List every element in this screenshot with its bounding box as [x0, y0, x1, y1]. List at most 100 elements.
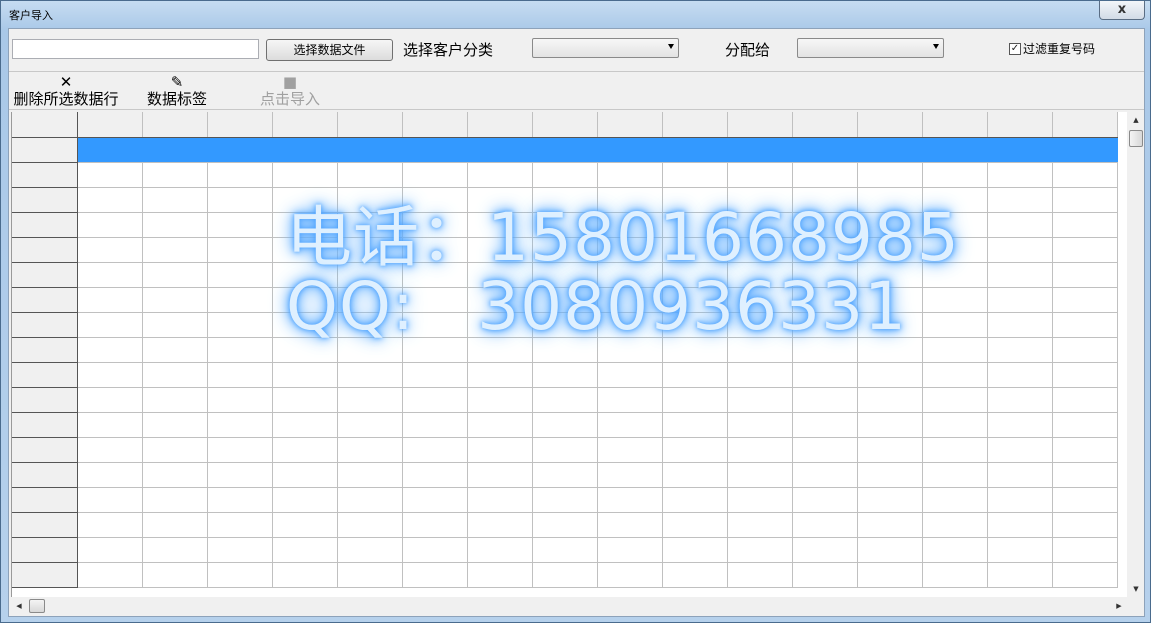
- category-select[interactable]: [532, 38, 679, 58]
- grid-cell[interactable]: [792, 412, 858, 438]
- grid-cell[interactable]: [77, 487, 143, 513]
- grid-cell[interactable]: [1052, 212, 1118, 238]
- grid-cell[interactable]: [272, 287, 338, 313]
- table-row[interactable]: [12, 287, 1118, 313]
- grid-cell[interactable]: [987, 437, 1053, 463]
- grid-cell[interactable]: [792, 537, 858, 563]
- grid-cell[interactable]: [922, 362, 988, 388]
- grid-cell[interactable]: [142, 437, 208, 463]
- grid-cell[interactable]: [792, 312, 858, 338]
- grid-cell[interactable]: [597, 312, 663, 338]
- grid-cell[interactable]: [857, 387, 923, 413]
- grid-cell[interactable]: [272, 362, 338, 388]
- grid-cell[interactable]: [597, 237, 663, 263]
- grid-cell[interactable]: [922, 262, 988, 288]
- grid-cell[interactable]: [467, 237, 533, 263]
- grid-cell[interactable]: [337, 212, 403, 238]
- grid-cell[interactable]: [337, 312, 403, 338]
- grid-cell[interactable]: [272, 512, 338, 538]
- table-row[interactable]: [12, 487, 1118, 513]
- grid-cell[interactable]: [207, 362, 273, 388]
- row-header[interactable]: [12, 162, 78, 188]
- grid-cell[interactable]: [77, 562, 143, 588]
- grid-cell[interactable]: [337, 262, 403, 288]
- grid-cell[interactable]: [467, 487, 533, 513]
- grid-cell[interactable]: [597, 337, 663, 363]
- grid-cell[interactable]: [532, 462, 598, 488]
- grid-cell[interactable]: [402, 262, 468, 288]
- grid-cell[interactable]: [922, 337, 988, 363]
- grid-cell[interactable]: [272, 237, 338, 263]
- grid-cell[interactable]: [662, 462, 728, 488]
- grid-cell[interactable]: [792, 287, 858, 313]
- table-row[interactable]: [12, 387, 1118, 413]
- grid-cell[interactable]: [597, 162, 663, 188]
- grid-cell[interactable]: [857, 562, 923, 588]
- grid-cell[interactable]: [1052, 537, 1118, 563]
- column-header[interactable]: [922, 112, 988, 138]
- grid-cell[interactable]: [207, 487, 273, 513]
- grid-cell[interactable]: [467, 437, 533, 463]
- grid-cell[interactable]: [142, 237, 208, 263]
- grid-cell[interactable]: [467, 387, 533, 413]
- grid-cell[interactable]: [337, 562, 403, 588]
- grid-cell[interactable]: [467, 462, 533, 488]
- grid-cell[interactable]: [597, 262, 663, 288]
- grid-cell[interactable]: [402, 437, 468, 463]
- grid-cell[interactable]: [402, 287, 468, 313]
- grid-cell[interactable]: [857, 187, 923, 213]
- grid-cell[interactable]: [922, 462, 988, 488]
- grid-cell[interactable]: [727, 562, 793, 588]
- column-header[interactable]: [402, 112, 468, 138]
- grid-cell[interactable]: [792, 237, 858, 263]
- grid-cell[interactable]: [467, 187, 533, 213]
- grid-cell[interactable]: [207, 162, 273, 188]
- grid-cell[interactable]: [77, 287, 143, 313]
- grid-cell[interactable]: [1052, 487, 1118, 513]
- grid-cell[interactable]: [662, 437, 728, 463]
- grid-cell[interactable]: [532, 362, 598, 388]
- grid-cell[interactable]: [77, 362, 143, 388]
- grid-cell[interactable]: [727, 162, 793, 188]
- grid-cell[interactable]: [1052, 162, 1118, 188]
- grid-cell[interactable]: [467, 137, 533, 163]
- grid-cell[interactable]: [272, 337, 338, 363]
- grid-cell[interactable]: [662, 487, 728, 513]
- grid-cell[interactable]: [922, 137, 988, 163]
- grid-cell[interactable]: [207, 337, 273, 363]
- grid-cell[interactable]: [207, 537, 273, 563]
- grid-cell[interactable]: [1052, 237, 1118, 263]
- grid-cell[interactable]: [662, 137, 728, 163]
- grid-cell[interactable]: [467, 512, 533, 538]
- data-grid[interactable]: [11, 112, 1127, 597]
- grid-cell[interactable]: [597, 412, 663, 438]
- table-row[interactable]: [12, 562, 1118, 588]
- grid-cell[interactable]: [922, 212, 988, 238]
- grid-cell[interactable]: [337, 337, 403, 363]
- grid-cell[interactable]: [792, 462, 858, 488]
- grid-cell[interactable]: [467, 562, 533, 588]
- grid-cell[interactable]: [1052, 462, 1118, 488]
- row-header[interactable]: [12, 187, 78, 213]
- grid-cell[interactable]: [792, 362, 858, 388]
- table-row[interactable]: [12, 412, 1118, 438]
- data-tag-button[interactable]: ✎ 数据标签: [146, 73, 208, 110]
- grid-cell[interactable]: [792, 162, 858, 188]
- grid-cell[interactable]: [857, 237, 923, 263]
- grid-cell[interactable]: [597, 562, 663, 588]
- filter-duplicates-checkbox[interactable]: ✓: [1009, 42, 1021, 55]
- grid-cell[interactable]: [402, 412, 468, 438]
- grid-cell[interactable]: [662, 337, 728, 363]
- grid-cell[interactable]: [1052, 287, 1118, 313]
- grid-cell[interactable]: [662, 537, 728, 563]
- grid-cell[interactable]: [142, 187, 208, 213]
- grid-cell[interactable]: [272, 487, 338, 513]
- horizontal-scroll-thumb[interactable]: [29, 599, 45, 613]
- grid-cell[interactable]: [77, 337, 143, 363]
- table-row[interactable]: [12, 312, 1118, 338]
- grid-cell[interactable]: [142, 287, 208, 313]
- grid-cell[interactable]: [792, 337, 858, 363]
- grid-cell[interactable]: [597, 387, 663, 413]
- grid-cell[interactable]: [857, 537, 923, 563]
- grid-cell[interactable]: [467, 312, 533, 338]
